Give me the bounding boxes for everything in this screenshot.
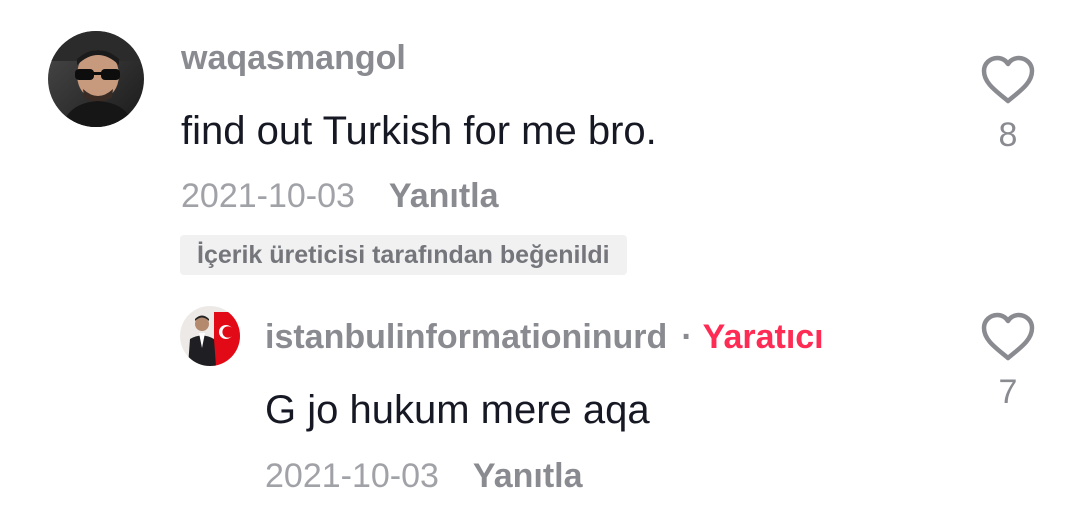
avatar[interactable] — [180, 306, 240, 366]
like-button[interactable]: 7 — [978, 311, 1038, 412]
comment-text: G jo hukum mere aqa — [265, 388, 650, 432]
comment: waqasmangol find out Turkish for me bro.… — [0, 0, 1080, 290]
liked-by-creator-badge: İçerik üreticisi tarafından beğenildi — [180, 235, 627, 275]
creator-badge: Yaratıcı — [702, 318, 824, 356]
comment-date: 2021-10-03 — [181, 177, 355, 215]
comment-meta: 2021-10-03 Yanıtla — [181, 176, 499, 216]
reply-comment: istanbulinformationinurd · Yaratıcı G jo h… — [0, 290, 1080, 520]
heart-outline-icon — [978, 55, 1038, 110]
separator-dot: · — [681, 318, 693, 356]
heart-outline-icon — [978, 312, 1038, 367]
reply-username-row: istanbulinformationinurd · Yaratıcı — [265, 317, 824, 357]
avatar[interactable] — [48, 31, 144, 127]
comment-date: 2021-10-03 — [265, 457, 439, 495]
like-button[interactable]: 8 — [978, 54, 1038, 155]
comment-text: find out Turkish for me bro. — [181, 109, 657, 153]
reply-button[interactable]: Yanıtla — [473, 457, 583, 495]
reply-button[interactable]: Yanıtla — [389, 177, 499, 215]
username[interactable]: waqasmangol — [181, 38, 406, 78]
like-count: 8 — [998, 116, 1018, 154]
like-count: 7 — [998, 373, 1018, 411]
username[interactable]: istanbulinformationinurd — [265, 318, 667, 356]
comment-meta: 2021-10-03 Yanıtla — [265, 456, 583, 496]
